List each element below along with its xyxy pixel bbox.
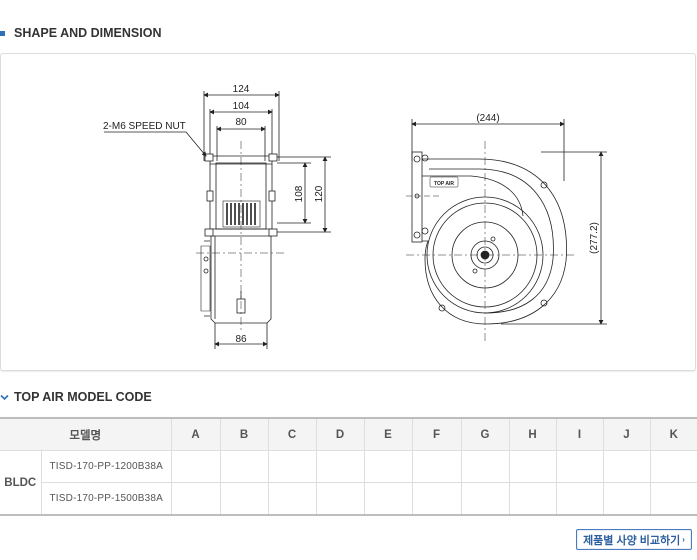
dimension-drawing-panel: 124 104 80 2-M6 SPEED NUT 108 120 86 TOP… <box>0 53 696 371</box>
chevron-down-icon <box>0 394 9 400</box>
dim-108-label: 108 <box>294 185 305 202</box>
table-cell <box>649 450 697 483</box>
compare-specs-label: 제품별 사양 비교하기 <box>583 534 681 547</box>
column-header: K <box>649 418 697 451</box>
table-cell <box>649 482 697 516</box>
table-cell <box>267 450 317 483</box>
front-view-drawing <box>406 119 607 341</box>
dim-104-label: 104 <box>233 101 250 112</box>
table-cell <box>219 482 269 516</box>
dim-120-label: 120 <box>314 185 325 202</box>
table-cell <box>363 450 413 483</box>
table-cell <box>460 450 510 483</box>
square-bullet-icon <box>0 30 5 36</box>
table-cell <box>219 450 269 483</box>
column-header: G <box>460 418 510 451</box>
table-cell <box>315 482 365 516</box>
column-header: D <box>315 418 365 451</box>
model-code-heading: TOP AIR MODEL CODE <box>0 390 152 404</box>
table-row: BLDC TISD-170-PP-1200B38A <box>0 450 697 516</box>
table-cell <box>508 482 557 516</box>
compare-specs-button[interactable]: 제품별 사양 비교하기 › <box>576 529 692 550</box>
shape-dimension-heading: SHAPE AND DIMENSION <box>0 26 161 40</box>
table-cell <box>363 482 413 516</box>
table-cell <box>411 482 462 516</box>
dim-124-label: 124 <box>233 84 250 95</box>
table-cell <box>170 450 221 483</box>
dim-86-label: 86 <box>235 334 247 345</box>
column-header: F <box>411 418 462 451</box>
column-header: J <box>602 418 651 451</box>
table-cell <box>315 450 365 483</box>
column-header: H <box>508 418 557 451</box>
table-cell <box>555 482 604 516</box>
model-code-table: 모델명 A B C D E F G H I J K BLDC TISD-170-… <box>0 417 697 516</box>
column-header: E <box>363 418 413 451</box>
blower-technical-drawing: 124 104 80 2-M6 SPEED NUT 108 120 86 TOP… <box>103 84 607 349</box>
table-cell <box>508 450 557 483</box>
table-cell <box>602 450 651 483</box>
table-cell <box>267 482 317 516</box>
column-header: B <box>219 418 269 451</box>
table-row: TISD-170-PP-1500B38A <box>0 482 697 516</box>
chevron-right-icon: › <box>682 535 685 544</box>
dim-244-label: (244) <box>476 113 499 124</box>
column-header: I <box>555 418 604 451</box>
column-header: C <box>267 418 317 451</box>
row-group-bldc: BLDC <box>0 450 42 516</box>
table-cell <box>602 482 651 516</box>
table-header-row: 모델명 A B C D E F G H I J K <box>0 418 697 451</box>
table-cell <box>170 482 221 516</box>
dim-80-label: 80 <box>235 117 247 128</box>
column-header: A <box>170 418 221 451</box>
model-code-title: TOP AIR MODEL CODE <box>14 390 152 404</box>
model-name-cell: TISD-170-PP-1200B38A <box>40 450 172 483</box>
table-cell <box>555 450 604 483</box>
speed-nut-label: 2-M6 SPEED NUT <box>103 121 186 132</box>
model-name-cell: TISD-170-PP-1500B38A <box>41 482 172 516</box>
shape-dimension-title: SHAPE AND DIMENSION <box>14 26 162 40</box>
table-cell <box>460 482 510 516</box>
column-header-model-name: 모델명 <box>0 418 172 451</box>
top-air-logo-text: TOP AIR <box>434 181 454 187</box>
table-cell <box>411 450 462 483</box>
dim-277-label: (277.2) <box>589 222 600 254</box>
